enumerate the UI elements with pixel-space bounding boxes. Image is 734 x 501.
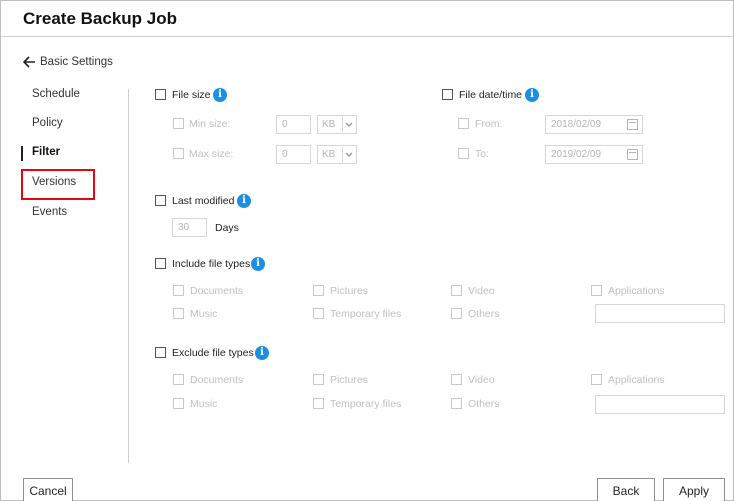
include-video-checkbox[interactable]	[451, 285, 462, 296]
days-label: Days	[215, 222, 239, 234]
max-size-label: Max size:	[189, 148, 234, 160]
nav-item-policy[interactable]: Policy	[32, 117, 63, 129]
exclude-applications-label: Applications	[608, 374, 665, 386]
chevron-down-icon	[342, 147, 355, 162]
cancel-button[interactable]: Cancel	[23, 478, 73, 501]
max-size-input[interactable]: 0	[276, 145, 311, 164]
exclude-file-types-checkbox[interactable]	[155, 347, 166, 358]
dialog-title: Create Backup Job	[23, 9, 177, 28]
include-file-types-info-icon[interactable]: i	[251, 257, 265, 271]
date-from-value: 2018/02/09	[551, 119, 602, 130]
date-from-label: From:	[475, 118, 503, 130]
exclude-pictures-checkbox[interactable]	[313, 374, 324, 385]
min-size-unit-value: KB	[322, 119, 336, 130]
include-documents-checkbox[interactable]	[173, 285, 184, 296]
exclude-others-checkbox[interactable]	[451, 398, 462, 409]
exclude-music-checkbox[interactable]	[173, 398, 184, 409]
min-size-input[interactable]: 0	[276, 115, 311, 134]
max-size-unit-value: KB	[322, 149, 336, 160]
include-temporary-files-label: Temporary files	[330, 308, 402, 320]
min-size-label: Min size:	[189, 118, 231, 130]
nav-active-indicator	[21, 146, 23, 161]
include-others-label: Others	[468, 308, 500, 320]
include-applications-checkbox[interactable]	[591, 285, 602, 296]
min-size-checkbox[interactable]	[173, 118, 184, 129]
back-to-basic-settings[interactable]: Basic Settings	[23, 54, 113, 70]
include-music-checkbox[interactable]	[173, 308, 184, 319]
calendar-icon[interactable]	[627, 119, 638, 130]
file-size-checkbox[interactable]	[155, 89, 166, 100]
include-others-input[interactable]	[595, 304, 725, 323]
max-size-checkbox[interactable]	[173, 148, 184, 159]
include-documents-label: Documents	[190, 285, 244, 297]
exclude-temporary-files-label: Temporary files	[330, 398, 402, 410]
exclude-others-label: Others	[468, 398, 500, 410]
date-from-checkbox[interactable]	[458, 118, 469, 129]
include-temporary-files-checkbox[interactable]	[313, 308, 324, 319]
last-modified-checkbox[interactable]	[155, 195, 166, 206]
exclude-video-label: Video	[468, 374, 495, 386]
nav-divider	[128, 89, 129, 463]
apply-button[interactable]: Apply	[663, 478, 725, 501]
exclude-music-label: Music	[190, 398, 218, 410]
file-date-info-icon[interactable]: i	[525, 88, 539, 102]
include-file-types-checkbox[interactable]	[155, 258, 166, 269]
exclude-file-types-label: Exclude file types	[172, 347, 254, 359]
file-date-checkbox[interactable]	[442, 89, 453, 100]
calendar-icon[interactable]	[627, 149, 638, 160]
exclude-others-input[interactable]	[595, 395, 725, 414]
exclude-documents-label: Documents	[190, 374, 244, 386]
last-modified-info-icon[interactable]: i	[237, 194, 251, 208]
min-size-unit-select[interactable]: KB	[317, 115, 357, 134]
exclude-file-types-info-icon[interactable]: i	[255, 346, 269, 360]
chevron-down-icon	[342, 117, 355, 132]
date-to-checkbox[interactable]	[458, 148, 469, 159]
last-modified-days-input[interactable]: 30	[172, 218, 207, 237]
file-date-label: File date/time	[459, 89, 523, 101]
create-backup-job-dialog: Create Backup Job Basic Settings Schedul…	[0, 0, 734, 501]
exclude-video-checkbox[interactable]	[451, 374, 462, 385]
date-to-input[interactable]: 2019/02/09	[545, 145, 643, 164]
versions-highlight-box	[21, 169, 95, 200]
exclude-temporary-files-checkbox[interactable]	[313, 398, 324, 409]
file-size-label: File size	[172, 89, 211, 101]
include-music-label: Music	[190, 308, 218, 320]
nav-item-events[interactable]: Events	[32, 206, 67, 218]
include-others-checkbox[interactable]	[451, 308, 462, 319]
date-from-input[interactable]: 2018/02/09	[545, 115, 643, 134]
dialog-titlebar: Create Backup Job	[1, 1, 733, 37]
nav-item-schedule[interactable]: Schedule	[32, 88, 80, 100]
back-button[interactable]: Back	[597, 478, 655, 501]
file-size-info-icon[interactable]: i	[213, 88, 227, 102]
include-applications-label: Applications	[608, 285, 665, 297]
date-to-value: 2019/02/09	[551, 149, 602, 160]
last-modified-label: Last modified	[172, 195, 235, 207]
exclude-applications-checkbox[interactable]	[591, 374, 602, 385]
include-pictures-checkbox[interactable]	[313, 285, 324, 296]
nav-item-filter[interactable]: Filter	[32, 146, 60, 158]
include-video-label: Video	[468, 285, 495, 297]
include-pictures-label: Pictures	[330, 285, 368, 297]
include-file-types-label: Include file types	[172, 258, 251, 270]
arrow-left-icon	[23, 56, 35, 68]
date-to-label: To:	[475, 148, 490, 160]
exclude-documents-checkbox[interactable]	[173, 374, 184, 385]
max-size-unit-select[interactable]: KB	[317, 145, 357, 164]
exclude-pictures-label: Pictures	[330, 374, 368, 386]
back-label: Basic Settings	[40, 56, 113, 68]
